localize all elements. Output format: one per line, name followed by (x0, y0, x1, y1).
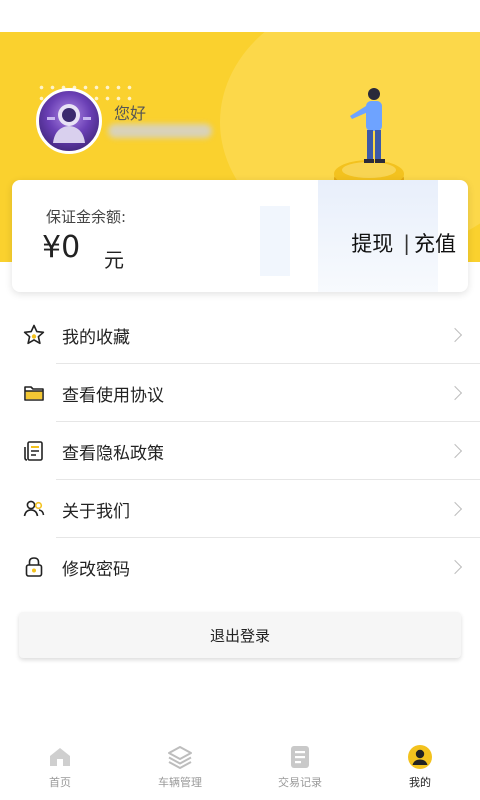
star-icon (22, 323, 46, 347)
balance-unit: 元 (104, 248, 124, 272)
layers-icon (167, 744, 193, 770)
document-icon (22, 439, 46, 463)
settings-menu: 我的收藏 查看使用协议 查看隐私政策 关于我们 修改密码 (0, 306, 480, 596)
astronaut-icon (47, 104, 91, 143)
menu-item-privacy-policy[interactable]: 查看隐私政策 (0, 422, 480, 480)
user-icon (407, 744, 433, 770)
username-redacted (108, 124, 212, 138)
balance-card: 保证金余额: ¥0 元 提现 | 充值 (12, 180, 468, 292)
menu-item-label: 查看使用协议 (62, 385, 164, 406)
action-separator: | (403, 231, 410, 255)
tab-home[interactable]: 首页 (0, 736, 120, 800)
greeting-text: 您好 (114, 104, 147, 123)
balance-actions: 提现 | 充值 (351, 228, 456, 258)
profile-page: 您好 保证金余额: ¥0 元 提现 | 充值 我的收藏 查看使用协议 查看隐私政… (0, 0, 480, 800)
tab-label: 车辆管理 (158, 776, 202, 789)
tab-vehicle-management[interactable]: 车辆管理 (120, 736, 240, 800)
lock-icon (22, 555, 46, 579)
tab-transaction-records[interactable]: 交易记录 (240, 736, 360, 800)
menu-item-change-password[interactable]: 修改密码 (0, 538, 480, 596)
chevron-right-icon (447, 443, 463, 459)
home-icon (47, 744, 73, 770)
tab-mine[interactable]: 我的 (360, 736, 480, 800)
tab-label: 我的 (409, 776, 431, 789)
menu-item-favorites[interactable]: 我的收藏 (0, 306, 480, 364)
tab-label: 交易记录 (278, 776, 322, 789)
menu-item-label: 我的收藏 (62, 327, 130, 348)
menu-item-label: 关于我们 (62, 501, 130, 522)
card-decor-bar (260, 206, 290, 276)
chevron-right-icon (447, 385, 463, 401)
recharge-button[interactable]: 充值 (414, 228, 456, 258)
withdraw-button[interactable]: 提现 (351, 228, 393, 258)
avatar[interactable] (36, 88, 102, 154)
menu-item-label: 查看隐私政策 (62, 443, 164, 464)
balance-amount: ¥0 (42, 230, 81, 265)
menu-item-about-us[interactable]: 关于我们 (0, 480, 480, 538)
chevron-right-icon (447, 559, 463, 575)
bottom-tab-bar: 首页 车辆管理 交易记录 我的 (0, 736, 480, 800)
menu-item-label: 修改密码 (62, 559, 130, 580)
balance-label: 保证金余额: (46, 208, 127, 226)
tab-label: 首页 (49, 776, 71, 789)
folder-icon (22, 381, 46, 405)
logout-button[interactable]: 退出登录 (19, 612, 461, 658)
menu-item-user-agreement[interactable]: 查看使用协议 (0, 364, 480, 422)
person-illustration (350, 88, 385, 163)
chevron-right-icon (447, 501, 463, 517)
chevron-right-icon (447, 327, 463, 343)
list-icon (287, 744, 313, 770)
users-icon (22, 497, 46, 521)
